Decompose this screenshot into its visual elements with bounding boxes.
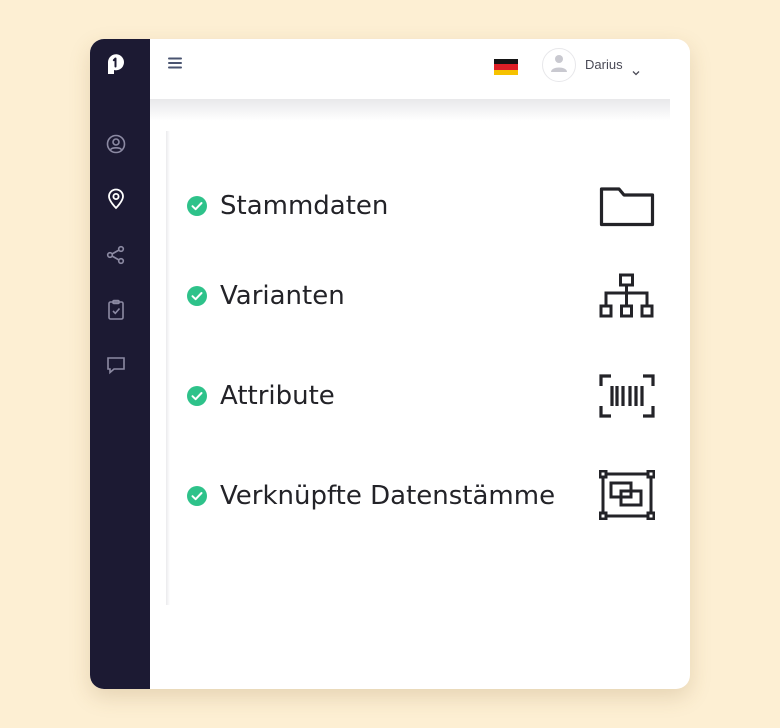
sidebar-item-tasks[interactable] [105, 299, 127, 325]
check-circle-icon [186, 195, 208, 217]
sidebar-item-profile[interactable] [105, 134, 127, 158]
folder-icon [598, 180, 656, 232]
language-flag-german[interactable] [494, 59, 518, 75]
user-name[interactable]: Darius [585, 57, 623, 72]
feature-label: Attribute [220, 381, 335, 411]
chevron-down-icon[interactable] [632, 61, 640, 76]
clipboard-check-icon [106, 299, 126, 325]
share-icon [106, 245, 126, 269]
feature-row-stammdaten: Stammdaten [186, 178, 656, 234]
user-circle-icon [106, 134, 126, 158]
map-pin-icon [106, 188, 126, 214]
linked-frames-icon [598, 469, 656, 521]
top-bar-shadow [150, 99, 670, 121]
flag-stripe-gold [494, 69, 518, 75]
hamburger-icon [167, 55, 183, 74]
check-circle-icon [186, 385, 208, 407]
sidebar [90, 39, 150, 689]
hierarchy-icon [598, 270, 656, 322]
sidebar-item-share[interactable] [105, 245, 127, 269]
check-circle-icon [186, 285, 208, 307]
feature-row-attribute: Attribute [186, 368, 656, 424]
hamburger-menu-button[interactable] [167, 55, 185, 71]
content-card-edge [166, 131, 170, 605]
check-circle-icon [186, 485, 208, 507]
avatar[interactable] [542, 48, 576, 82]
feature-row-varianten: Varianten [186, 268, 656, 324]
message-icon [106, 355, 126, 379]
user-avatar-icon [550, 53, 568, 77]
sidebar-item-location[interactable] [105, 188, 127, 214]
logo-icon [104, 53, 126, 75]
app-window: Darius Stammdaten Varianten Attribute Ve… [90, 39, 690, 689]
barcode-icon [598, 370, 656, 422]
sidebar-item-messages[interactable] [105, 356, 127, 378]
feature-row-verknuepfte-datenstaemme: Verknüpfte Datenstämme [186, 468, 656, 524]
feature-label: Varianten [220, 281, 345, 311]
feature-label: Verknüpfte Datenstämme [220, 481, 556, 511]
feature-label: Stammdaten [220, 191, 389, 221]
